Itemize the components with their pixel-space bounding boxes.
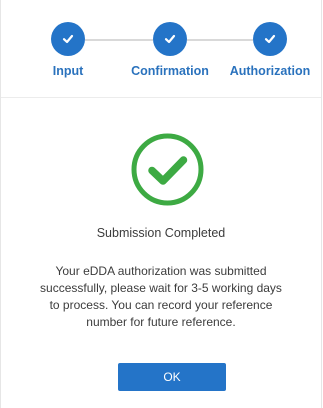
result-message: Your eDDA authorization was submitted su… bbox=[40, 264, 282, 329]
step-complete-indicator bbox=[51, 22, 85, 56]
step-complete-indicator bbox=[253, 22, 287, 56]
ok-button[interactable]: OK bbox=[118, 363, 226, 391]
progress-stepper: Input Confirmation Authorization bbox=[1, 0, 321, 98]
check-icon bbox=[62, 34, 74, 44]
check-icon bbox=[264, 34, 276, 44]
step-label: Authorization bbox=[229, 64, 311, 78]
success-check-icon bbox=[131, 133, 204, 206]
edda-submission-screen: Input Confirmation Authorization Submiss… bbox=[0, 0, 322, 408]
step-authorization: Authorization bbox=[210, 22, 323, 78]
result-title: Submission Completed bbox=[96, 226, 226, 240]
step-complete-indicator bbox=[153, 22, 187, 56]
check-icon bbox=[164, 34, 176, 44]
